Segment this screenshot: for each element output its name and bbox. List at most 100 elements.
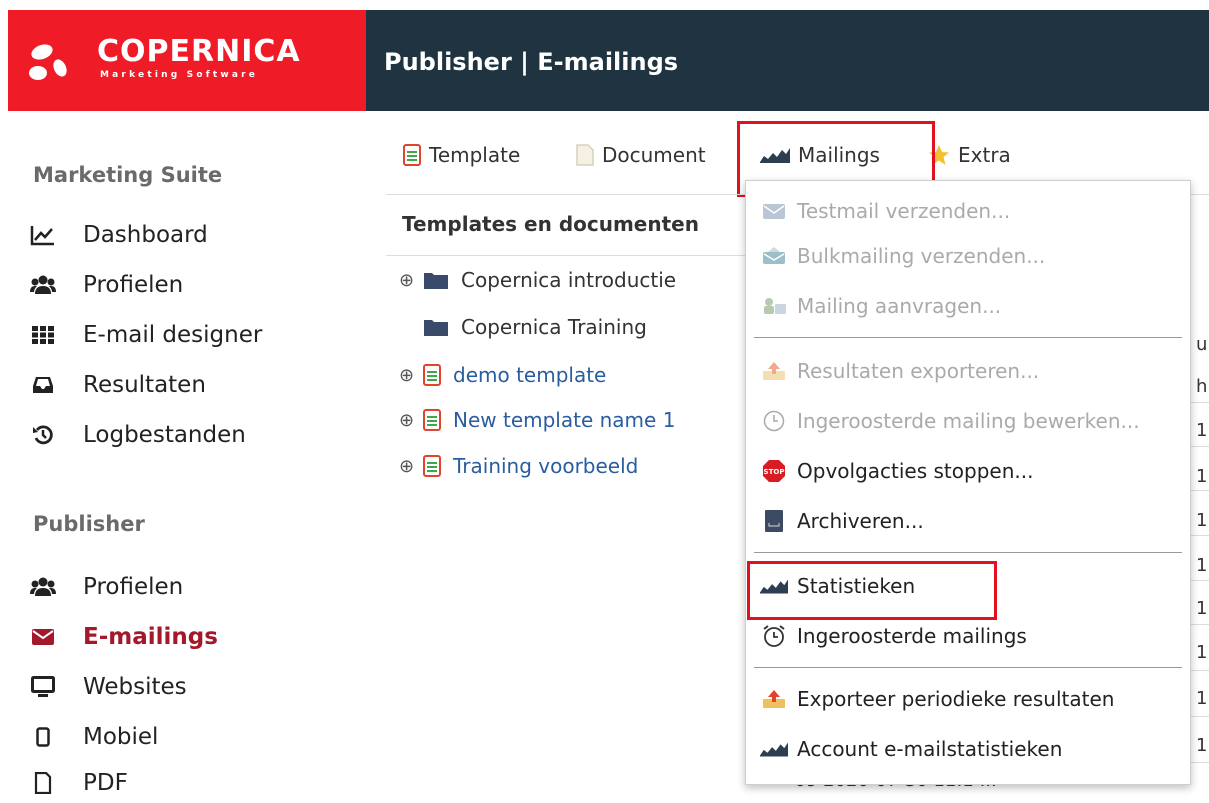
tree-item-copernica-introductie[interactable]: ⊕ Copernica introductie [399, 265, 676, 295]
chart-line-icon [28, 224, 58, 246]
sidebar-item-label: Websites [83, 674, 187, 700]
tab-extra[interactable]: Extra [928, 140, 1011, 170]
sidebar-item-publisher-profielen[interactable]: Profielen [28, 567, 348, 607]
expand-icon[interactable]: ⊕ [399, 270, 423, 291]
sidebar-item-label: E-mail designer [83, 322, 263, 348]
tree-item-training-voorbeeld[interactable]: ⊕ Training voorbeeld [399, 451, 638, 481]
sidebar-item-label: Mobiel [83, 724, 159, 750]
menu-item-testmail-verzenden[interactable]: Testmail verzenden... [760, 193, 1180, 229]
pdf-icon [28, 772, 58, 794]
menu-item-exporteer-periodieke-resultaten[interactable]: Exporteer periodieke resultaten [760, 681, 1180, 717]
inbox-icon [28, 376, 58, 394]
menu-item-archiveren[interactable]: Archiveren... [760, 503, 1180, 539]
table-row-divider [1188, 490, 1209, 491]
menu-item-label: Account e-mailstatistieken [797, 737, 1063, 761]
copernica-logo-icon [29, 44, 67, 80]
statistieken-highlight [747, 561, 997, 620]
table-fragment: 1 [1196, 688, 1208, 709]
tree-item-label: Copernica Training [461, 315, 647, 339]
sidebar-item-label: Logbestanden [83, 422, 246, 448]
sidebar-item-label: Profielen [83, 272, 184, 298]
expand-icon[interactable]: ⊕ [399, 456, 423, 477]
panel-divider [386, 255, 746, 256]
alarm-icon [760, 624, 788, 648]
sidebar-item-label: Profielen [83, 574, 184, 600]
folder-icon [423, 270, 449, 290]
svg-text:STOP: STOP [764, 468, 785, 476]
menu-item-account-e-mailstatistieken[interactable]: Account e-mailstatistieken [760, 731, 1180, 767]
envelope-icon [28, 629, 58, 645]
page-title: Publisher | E-mailings [384, 48, 679, 76]
table-row-divider [1188, 670, 1209, 671]
sidebar-item-mobiel[interactable]: Mobiel [28, 717, 348, 757]
template-icon [423, 409, 441, 431]
sidebar-item-email-designer[interactable]: E-mail designer [28, 315, 348, 355]
tab-template[interactable]: Template [403, 140, 520, 170]
sidebar-item-websites[interactable]: Websites [28, 667, 348, 707]
bulkmail-icon [760, 246, 788, 266]
menu-separator [754, 552, 1182, 553]
menu-item-bulkmailing-verzenden[interactable]: Bulkmailing verzenden... [760, 238, 1180, 274]
table-row-divider [1188, 624, 1209, 625]
table-fragment: 1 [1196, 555, 1208, 576]
mobile-icon [28, 727, 58, 747]
table-row-divider [1188, 762, 1209, 763]
sidebar-item-label: Dashboard [83, 222, 208, 248]
table-fragment: 1 [1196, 420, 1208, 441]
document-icon [576, 144, 594, 166]
table-fragment: ur [1196, 334, 1209, 355]
menu-item-mailing-aanvragen[interactable]: Mailing aanvragen... [760, 288, 1180, 324]
tree-item-copernica-training[interactable]: Copernica Training [423, 312, 647, 342]
table-fragment: 1 [1196, 510, 1208, 531]
export-icon [760, 689, 788, 709]
sidebar-heading-marketing-suite: Marketing Suite [33, 163, 223, 187]
tab-label: Extra [958, 143, 1011, 167]
tab-document[interactable]: Document [576, 140, 706, 170]
table-fragment: 1 [1196, 642, 1208, 663]
table-row-divider [1188, 716, 1209, 717]
tree-item-new-template-name-1[interactable]: ⊕ New template name 1 [399, 405, 675, 435]
table-row-divider [1188, 446, 1209, 447]
menu-separator [754, 667, 1182, 668]
logo[interactable]: COPERNICA Marketing Software [8, 10, 366, 111]
menu-item-label: Exporteer periodieke resultaten [797, 687, 1115, 711]
tree-item-label: New template name 1 [453, 408, 676, 432]
template-icon [423, 455, 441, 477]
menu-item-label: Bulkmailing verzenden... [797, 244, 1046, 268]
menu-item-label: Resultaten exporteren... [797, 359, 1040, 383]
menu-item-resultaten-exporteren[interactable]: Resultaten exporteren... [760, 353, 1180, 389]
template-icon [403, 144, 421, 166]
sidebar-item-profielen[interactable]: Profielen [28, 265, 348, 305]
chart-area-icon [760, 741, 788, 757]
request-icon [760, 296, 788, 316]
users-icon [28, 576, 58, 598]
menu-item-ingeroosterde-mailings[interactable]: Ingeroosterde mailings [760, 618, 1180, 654]
tree-item-demo-template[interactable]: ⊕ demo template [399, 360, 606, 390]
menu-item-label: Testmail verzenden... [797, 199, 1011, 223]
mailings-dropdown-menu: Testmail verzenden... Bulkmailing verzen… [745, 180, 1191, 785]
logo-text: COPERNICA [97, 34, 301, 69]
sidebar-item-label: Resultaten [83, 372, 206, 398]
tree-item-label: Copernica introductie [461, 268, 677, 292]
sidebar-heading-publisher: Publisher [33, 512, 145, 536]
export-icon [760, 361, 788, 381]
header-bar: Publisher | E-mailings [366, 10, 1209, 111]
menu-item-label: Ingeroosterde mailing bewerken... [797, 409, 1140, 433]
logo-subtitle: Marketing Software [100, 70, 259, 80]
sidebar-item-e-mailings[interactable]: E-mailings [28, 617, 348, 657]
stop-icon: STOP [760, 459, 788, 483]
table-row-divider [1188, 580, 1209, 581]
panel-title: Templates en documenten [402, 212, 699, 236]
menu-item-label: Archiveren... [797, 509, 924, 533]
menu-item-opvolgacties-stoppen[interactable]: STOP Opvolgacties stoppen... [760, 453, 1180, 489]
sidebar-item-label: PDF [83, 770, 128, 796]
sidebar-item-pdf[interactable]: PDF [28, 763, 348, 803]
expand-icon[interactable]: ⊕ [399, 410, 423, 431]
sidebar-item-dashboard[interactable]: Dashboard [28, 215, 348, 255]
table-fragment: 1 [1196, 735, 1208, 756]
menu-item-ingeroosterde-mailing-bewerken[interactable]: Ingeroosterde mailing bewerken... [760, 403, 1180, 439]
sidebar-item-resultaten[interactable]: Resultaten [28, 365, 348, 405]
sidebar-item-logbestanden[interactable]: Logbestanden [28, 415, 348, 455]
expand-icon[interactable]: ⊕ [399, 365, 423, 386]
grid-icon [28, 326, 58, 344]
